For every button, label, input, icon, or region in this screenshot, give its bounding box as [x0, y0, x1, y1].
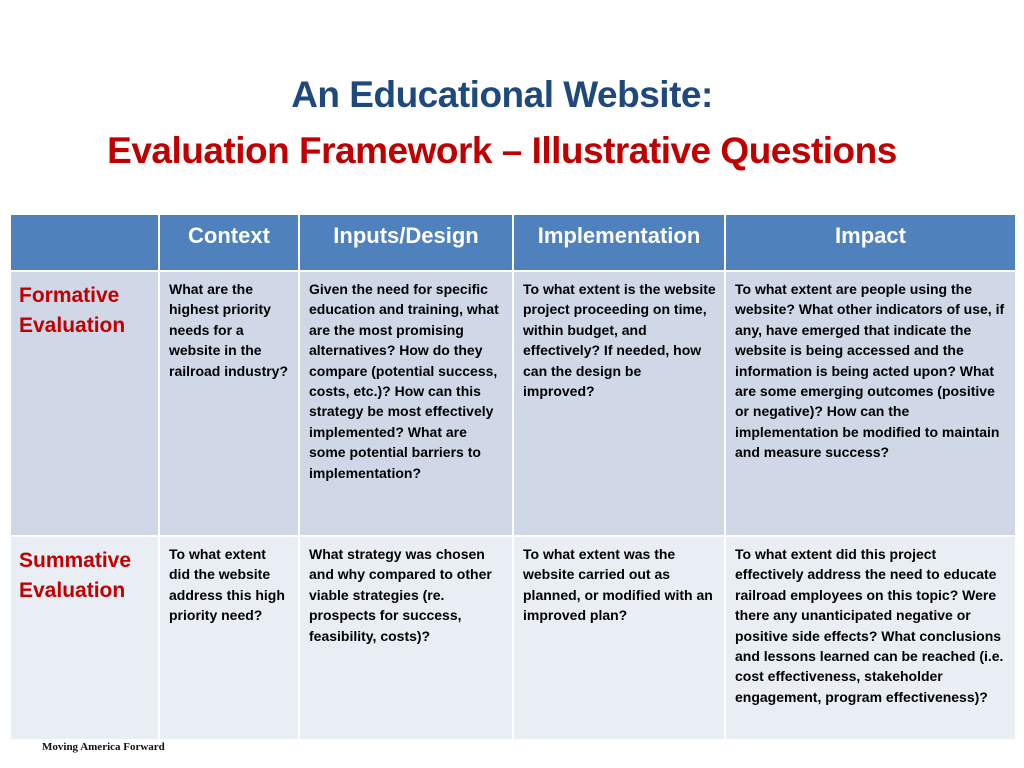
column-header-impact: Impact [724, 213, 1017, 272]
row-header-summative: Summative Evaluation [9, 535, 160, 741]
cell-summative-inputs-design: What strategy was chosen and why compare… [298, 535, 514, 741]
cell-formative-inputs-design: Given the need for specific education an… [298, 270, 514, 537]
cell-formative-context: What are the highest priority needs for … [158, 270, 300, 537]
slide-title: An Educational Website: [291, 74, 713, 115]
column-header-context: Context [158, 213, 300, 272]
evaluation-framework-table: Context Inputs/Design Implementation Imp… [9, 213, 1017, 741]
cell-summative-implementation: To what extent was the website carried o… [512, 535, 726, 741]
column-header-inputs-design: Inputs/Design [298, 213, 514, 272]
table-header-row: Context Inputs/Design Implementation Imp… [9, 213, 1017, 272]
cell-summative-impact: To what extent did this project effectiv… [724, 535, 1017, 741]
column-header-empty [9, 213, 160, 272]
logo-tagline: Moving America Forward [42, 741, 165, 753]
table-row-formative: Formative Evaluation What are the highes… [9, 270, 1017, 537]
table-row-summative: Summative Evaluation To what extent did … [9, 535, 1017, 741]
column-header-implementation: Implementation [512, 213, 726, 272]
row-header-formative: Formative Evaluation [9, 270, 160, 537]
slide-subtitle: Evaluation Framework – Illustrative Ques… [107, 130, 897, 171]
cell-formative-impact: To what extent are people using the webs… [724, 270, 1017, 537]
cell-summative-context: To what extent did the website address t… [158, 535, 300, 741]
cell-formative-implementation: To what extent is the website project pr… [512, 270, 726, 537]
